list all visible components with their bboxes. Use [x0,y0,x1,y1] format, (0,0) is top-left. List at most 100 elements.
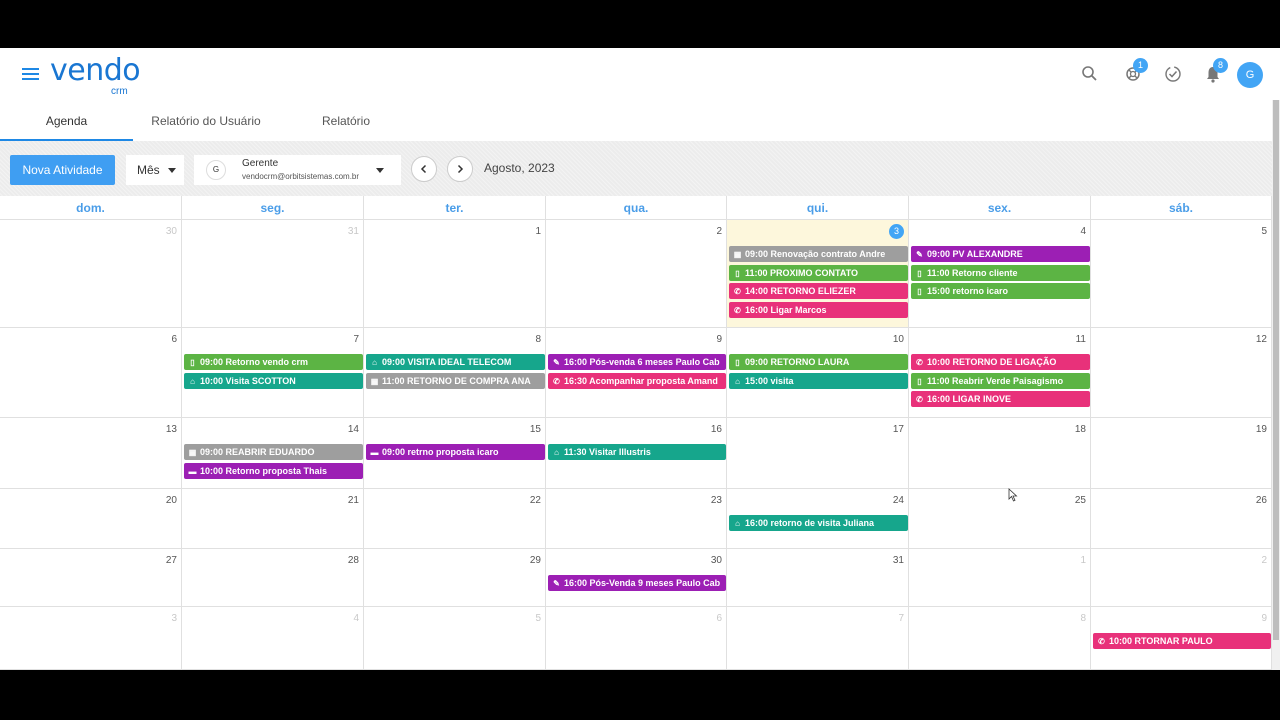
day-number[interactable]: 18 [1075,424,1086,435]
day-cell[interactable]: 18 [909,418,1091,489]
day-number[interactable]: 19 [1256,424,1267,435]
day-cell[interactable]: 26 [1091,489,1272,549]
day-number[interactable]: 5 [1261,226,1267,237]
calendar-event[interactable]: ▬ 09:00 retrno proposta icaro [366,444,545,460]
day-number[interactable]: 4 [1080,226,1086,237]
check-icon[interactable] [1163,64,1183,84]
search-icon[interactable] [1080,64,1100,84]
calendar-event[interactable]: ✆ 16:00 Ligar Marcos [729,302,908,319]
day-number[interactable]: 15 [530,424,541,435]
day-number[interactable]: 1 [1080,555,1086,566]
day-cell[interactable]: 17 [727,418,909,489]
calendar-event[interactable]: ▯ 09:00 RETORNO LAURA [729,354,908,370]
bell-icon[interactable]: 8 [1203,58,1228,84]
calendar-event[interactable]: ✆ 16:30 Acompanhar proposta Amand [548,372,726,389]
day-number[interactable]: 29 [530,555,541,566]
day-number[interactable]: 26 [1256,495,1267,506]
day-number[interactable]: 12 [1256,334,1267,345]
day-number[interactable]: 30 [166,226,177,237]
day-number[interactable]: 20 [166,495,177,506]
day-number[interactable]: 10 [893,334,904,345]
day-number[interactable]: 7 [898,613,904,624]
day-cell[interactable]: 30 [0,220,182,328]
day-cell[interactable]: 31 [727,549,909,607]
calendar-event[interactable]: ▦ 09:00 Renovação contrato Andre [729,246,908,262]
day-number[interactable]: 8 [535,334,541,345]
menu-icon[interactable] [22,68,39,80]
day-number[interactable]: 31 [893,555,904,566]
day-cell[interactable]: 27 [0,549,182,607]
user-avatar[interactable]: G [1237,62,1263,88]
next-month-button[interactable] [447,156,473,182]
day-cell[interactable]: 1 [364,220,546,328]
day-cell[interactable]: 5 [1091,220,1272,328]
day-cell[interactable]: 20 [0,489,182,549]
tab-agenda[interactable]: Agenda [0,108,133,141]
day-number[interactable]: 7 [353,334,359,345]
calendar-event[interactable]: ▯ 11:00 Retorno cliente [911,264,1090,281]
calendar-event[interactable]: ⌂ 15:00 visita [729,372,908,389]
day-number[interactable]: 23 [711,495,722,506]
day-cell[interactable]: 6 [546,607,727,670]
calendar-event[interactable]: ✆ 10:00 RETORNO DE LIGAÇÃO [911,354,1090,370]
prev-month-button[interactable] [411,156,437,182]
calendar-event[interactable]: ⌂ 10:00 Visita SCOTTON [184,372,363,389]
calendar-event[interactable]: ⌂ 16:00 retorno de visita Juliana [729,515,908,531]
calendar-event[interactable]: ✆ 16:00 LIGAR INOVE [911,391,1090,408]
day-number[interactable]: 6 [716,613,722,624]
scrollbar-thumb[interactable] [1273,100,1279,640]
day-number[interactable]: 4 [353,613,359,624]
day-cell[interactable]: 2 [546,220,727,328]
day-cell[interactable]: 19 [1091,418,1272,489]
calendar-event[interactable]: ▯ 15:00 retorno icaro [911,283,1090,300]
day-number[interactable]: 13 [166,424,177,435]
day-cell[interactable]: 7 [727,607,909,670]
day-cell[interactable]: 28 [182,549,364,607]
day-cell[interactable]: 5 [364,607,546,670]
day-number[interactable]: 2 [1261,555,1267,566]
day-number[interactable]: 16 [711,424,722,435]
day-number[interactable]: 6 [171,334,177,345]
day-number[interactable]: 17 [893,424,904,435]
day-number[interactable]: 3 [171,613,177,624]
day-cell[interactable]: 12 [1091,328,1272,418]
day-number[interactable]: 25 [1075,495,1086,506]
day-number[interactable]: 3 [889,224,904,239]
day-cell[interactable]: 29 [364,549,546,607]
day-number[interactable]: 21 [348,495,359,506]
day-cell[interactable]: 25 [909,489,1091,549]
calendar-event[interactable]: ▯ 09:00 Retorno vendo crm [184,354,363,370]
day-number[interactable]: 11 [1076,334,1086,345]
day-number[interactable]: 31 [348,226,359,237]
calendar-event[interactable]: ✎ 09:00 PV ALEXANDRE [911,246,1090,262]
new-activity-button[interactable]: Nova Atividade [10,155,115,185]
calendar-event[interactable]: ✎ 16:00 Pós-venda 6 meses Paulo Cab [548,354,726,370]
logo[interactable]: vendo crm [50,56,141,98]
support-icon[interactable]: 1 [1123,58,1148,84]
day-cell[interactable]: 2 [1091,549,1272,607]
day-number[interactable]: 24 [893,495,904,506]
day-number[interactable]: 9 [716,334,722,345]
view-select[interactable]: Mês [126,155,184,185]
day-cell[interactable]: 21 [182,489,364,549]
calendar-event[interactable]: ✆ 14:00 RETORNO ELIEZER [729,283,908,300]
day-number[interactable]: 27 [166,555,177,566]
day-cell[interactable]: 6 [0,328,182,418]
calendar-event[interactable]: ▯ 11:00 Reabrir Verde Paisagismo [911,372,1090,389]
day-cell[interactable]: 1 [909,549,1091,607]
day-cell[interactable]: 13 [0,418,182,489]
day-cell[interactable]: 3 [0,607,182,670]
calendar-event[interactable]: ✎ 16:00 Pós-Venda 9 meses Paulo Cab [548,575,726,591]
calendar-event[interactable]: ▯ 11:00 PROXIMO CONTATO [729,264,908,281]
day-number[interactable]: 30 [711,555,722,566]
day-number[interactable]: 1 [535,226,541,237]
day-cell[interactable]: 31 [182,220,364,328]
day-number[interactable]: 14 [348,424,359,435]
day-cell[interactable]: 8 [909,607,1091,670]
day-cell[interactable]: 4 [182,607,364,670]
scrollbar[interactable] [1272,100,1280,670]
day-number[interactable]: 8 [1080,613,1086,624]
tab-relatorio-usuario[interactable]: Relatório do Usuário [133,108,279,141]
user-select[interactable]: G Gerente vendocrm@orbitsistemas.com.br [194,155,401,185]
calendar-event[interactable]: ✆ 10:00 RTORNAR PAULO [1093,633,1271,649]
